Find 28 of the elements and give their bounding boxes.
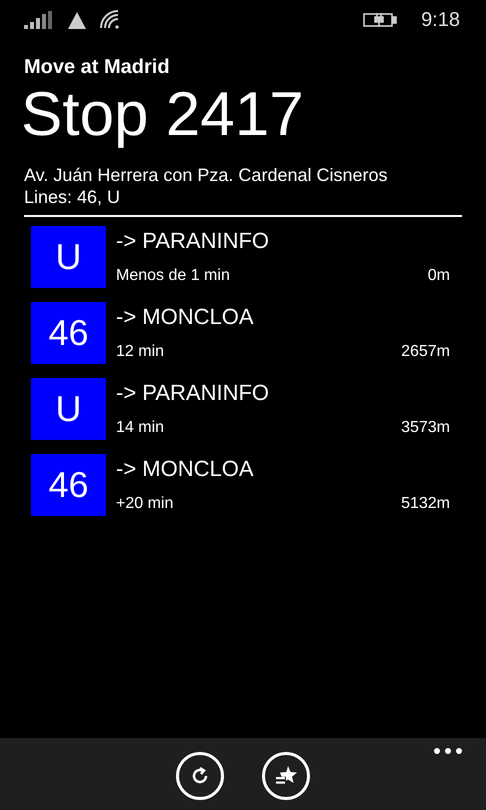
line-badge: 46 <box>31 454 106 516</box>
wifi-icon <box>100 10 120 30</box>
battery-charging-icon <box>363 11 398 29</box>
arrival-time: 14 min <box>116 418 164 438</box>
destination: -> PARANINFO <box>116 379 270 407</box>
stop-address: Av. Juán Herrera con Pza. Cardenal Cisneros <box>24 164 389 186</box>
refresh-button[interactable] <box>176 752 224 800</box>
destination: -> MONCLOA <box>116 303 255 331</box>
arrival-time: Menos de 1 min <box>116 266 230 286</box>
roaming-triangle-icon <box>68 12 86 28</box>
more-icon[interactable] <box>434 748 462 754</box>
page-title: Stop 2417 <box>21 80 305 150</box>
distance: 3573m <box>401 418 450 438</box>
destination: -> MONCLOA <box>116 455 255 483</box>
arrival-time: 12 min <box>116 342 164 362</box>
line-badge: U <box>31 378 106 440</box>
stop-lines: Lines: 46, U <box>24 186 122 208</box>
line-badge: 46 <box>31 302 106 364</box>
distance: 0m <box>428 266 450 286</box>
distance: 2657m <box>401 342 450 362</box>
favorite-button[interactable] <box>262 752 310 800</box>
clock-time: 9:18 <box>421 8 460 33</box>
app-name: Move at Madrid <box>24 55 171 80</box>
line-badge: U <box>31 226 106 288</box>
distance: 5132m <box>401 494 450 514</box>
destination: -> PARANINFO <box>116 227 270 255</box>
signal-icon <box>24 11 54 29</box>
arrival-time: +20 min <box>116 494 174 514</box>
